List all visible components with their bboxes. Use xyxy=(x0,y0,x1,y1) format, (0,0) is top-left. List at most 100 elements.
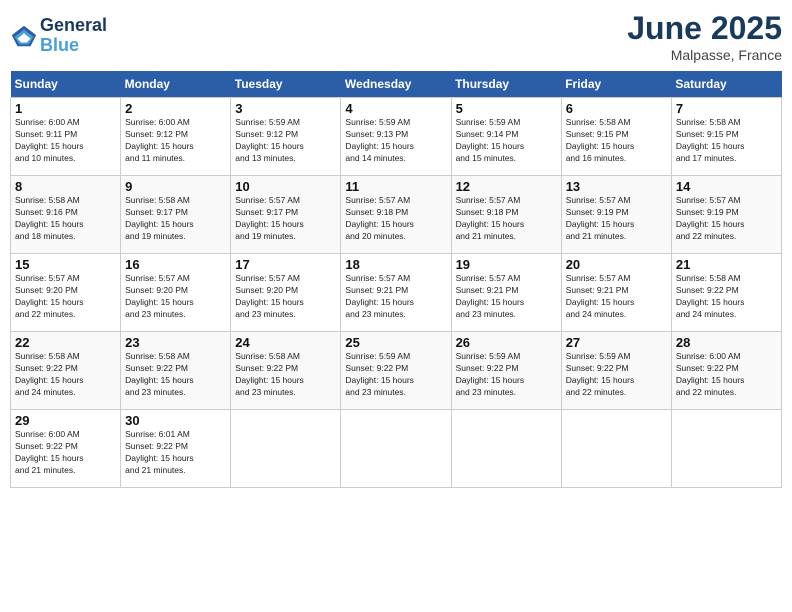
day-info: Sunrise: 5:57 AM Sunset: 9:21 PM Dayligh… xyxy=(345,273,446,321)
day-number: 23 xyxy=(125,335,226,350)
calendar-cell: 19Sunrise: 5:57 AM Sunset: 9:21 PM Dayli… xyxy=(451,254,561,332)
weekday-header-sunday: Sunday xyxy=(11,71,121,98)
day-info: Sunrise: 5:57 AM Sunset: 9:18 PM Dayligh… xyxy=(345,195,446,243)
calendar-cell: 29Sunrise: 6:00 AM Sunset: 9:22 PM Dayli… xyxy=(11,410,121,488)
calendar-cell: 11Sunrise: 5:57 AM Sunset: 9:18 PM Dayli… xyxy=(341,176,451,254)
day-info: Sunrise: 5:57 AM Sunset: 9:20 PM Dayligh… xyxy=(235,273,336,321)
day-number: 10 xyxy=(235,179,336,194)
weekday-header-wednesday: Wednesday xyxy=(341,71,451,98)
day-number: 9 xyxy=(125,179,226,194)
day-info: Sunrise: 5:58 AM Sunset: 9:22 PM Dayligh… xyxy=(235,351,336,399)
day-number: 28 xyxy=(676,335,777,350)
calendar-cell xyxy=(451,410,561,488)
day-number: 30 xyxy=(125,413,226,428)
logo: General Blue xyxy=(10,16,107,56)
day-info: Sunrise: 5:57 AM Sunset: 9:21 PM Dayligh… xyxy=(566,273,667,321)
day-info: Sunrise: 5:57 AM Sunset: 9:19 PM Dayligh… xyxy=(566,195,667,243)
calendar-cell: 20Sunrise: 5:57 AM Sunset: 9:21 PM Dayli… xyxy=(561,254,671,332)
day-info: Sunrise: 5:57 AM Sunset: 9:20 PM Dayligh… xyxy=(15,273,116,321)
calendar-cell xyxy=(231,410,341,488)
day-number: 11 xyxy=(345,179,446,194)
day-info: Sunrise: 5:59 AM Sunset: 9:13 PM Dayligh… xyxy=(345,117,446,165)
calendar-cell xyxy=(561,410,671,488)
day-info: Sunrise: 5:58 AM Sunset: 9:22 PM Dayligh… xyxy=(125,351,226,399)
day-number: 24 xyxy=(235,335,336,350)
day-number: 21 xyxy=(676,257,777,272)
day-number: 20 xyxy=(566,257,667,272)
day-number: 15 xyxy=(15,257,116,272)
weekday-header-thursday: Thursday xyxy=(451,71,561,98)
day-number: 2 xyxy=(125,101,226,116)
calendar-cell: 17Sunrise: 5:57 AM Sunset: 9:20 PM Dayli… xyxy=(231,254,341,332)
day-number: 18 xyxy=(345,257,446,272)
day-info: Sunrise: 5:57 AM Sunset: 9:19 PM Dayligh… xyxy=(676,195,777,243)
calendar-week-5: 29Sunrise: 6:00 AM Sunset: 9:22 PM Dayli… xyxy=(11,410,782,488)
weekday-header-tuesday: Tuesday xyxy=(231,71,341,98)
logo-icon xyxy=(10,22,38,50)
day-number: 26 xyxy=(456,335,557,350)
calendar-week-4: 22Sunrise: 5:58 AM Sunset: 9:22 PM Dayli… xyxy=(11,332,782,410)
calendar-cell: 8Sunrise: 5:58 AM Sunset: 9:16 PM Daylig… xyxy=(11,176,121,254)
calendar-cell: 1Sunrise: 6:00 AM Sunset: 9:11 PM Daylig… xyxy=(11,98,121,176)
calendar-cell: 30Sunrise: 6:01 AM Sunset: 9:22 PM Dayli… xyxy=(121,410,231,488)
day-info: Sunrise: 5:58 AM Sunset: 9:22 PM Dayligh… xyxy=(676,273,777,321)
calendar-cell: 6Sunrise: 5:58 AM Sunset: 9:15 PM Daylig… xyxy=(561,98,671,176)
location-title: Malpasse, France xyxy=(627,47,782,63)
calendar-cell: 25Sunrise: 5:59 AM Sunset: 9:22 PM Dayli… xyxy=(341,332,451,410)
day-info: Sunrise: 5:57 AM Sunset: 9:21 PM Dayligh… xyxy=(456,273,557,321)
day-number: 5 xyxy=(456,101,557,116)
day-number: 29 xyxy=(15,413,116,428)
day-info: Sunrise: 5:57 AM Sunset: 9:17 PM Dayligh… xyxy=(235,195,336,243)
calendar-cell: 12Sunrise: 5:57 AM Sunset: 9:18 PM Dayli… xyxy=(451,176,561,254)
day-number: 17 xyxy=(235,257,336,272)
day-number: 3 xyxy=(235,101,336,116)
calendar-cell: 16Sunrise: 5:57 AM Sunset: 9:20 PM Dayli… xyxy=(121,254,231,332)
day-info: Sunrise: 5:58 AM Sunset: 9:15 PM Dayligh… xyxy=(566,117,667,165)
calendar-cell: 22Sunrise: 5:58 AM Sunset: 9:22 PM Dayli… xyxy=(11,332,121,410)
day-number: 14 xyxy=(676,179,777,194)
day-info: Sunrise: 5:59 AM Sunset: 9:14 PM Dayligh… xyxy=(456,117,557,165)
day-number: 1 xyxy=(15,101,116,116)
day-number: 12 xyxy=(456,179,557,194)
day-info: Sunrise: 5:58 AM Sunset: 9:16 PM Dayligh… xyxy=(15,195,116,243)
day-info: Sunrise: 5:58 AM Sunset: 9:15 PM Dayligh… xyxy=(676,117,777,165)
calendar-cell: 23Sunrise: 5:58 AM Sunset: 9:22 PM Dayli… xyxy=(121,332,231,410)
day-info: Sunrise: 5:57 AM Sunset: 9:18 PM Dayligh… xyxy=(456,195,557,243)
calendar-cell: 13Sunrise: 5:57 AM Sunset: 9:19 PM Dayli… xyxy=(561,176,671,254)
calendar-cell: 28Sunrise: 6:00 AM Sunset: 9:22 PM Dayli… xyxy=(671,332,781,410)
calendar-cell: 7Sunrise: 5:58 AM Sunset: 9:15 PM Daylig… xyxy=(671,98,781,176)
day-number: 25 xyxy=(345,335,446,350)
calendar-cell: 9Sunrise: 5:58 AM Sunset: 9:17 PM Daylig… xyxy=(121,176,231,254)
day-info: Sunrise: 6:01 AM Sunset: 9:22 PM Dayligh… xyxy=(125,429,226,477)
weekday-header-friday: Friday xyxy=(561,71,671,98)
day-info: Sunrise: 5:58 AM Sunset: 9:17 PM Dayligh… xyxy=(125,195,226,243)
header: General Blue June 2025 Malpasse, France xyxy=(10,10,782,63)
day-number: 7 xyxy=(676,101,777,116)
day-info: Sunrise: 5:57 AM Sunset: 9:20 PM Dayligh… xyxy=(125,273,226,321)
day-number: 19 xyxy=(456,257,557,272)
day-info: Sunrise: 5:59 AM Sunset: 9:12 PM Dayligh… xyxy=(235,117,336,165)
calendar-week-2: 8Sunrise: 5:58 AM Sunset: 9:16 PM Daylig… xyxy=(11,176,782,254)
calendar-cell: 3Sunrise: 5:59 AM Sunset: 9:12 PM Daylig… xyxy=(231,98,341,176)
day-number: 4 xyxy=(345,101,446,116)
calendar-cell: 10Sunrise: 5:57 AM Sunset: 9:17 PM Dayli… xyxy=(231,176,341,254)
day-info: Sunrise: 5:58 AM Sunset: 9:22 PM Dayligh… xyxy=(15,351,116,399)
day-info: Sunrise: 6:00 AM Sunset: 9:22 PM Dayligh… xyxy=(15,429,116,477)
calendar-cell: 2Sunrise: 6:00 AM Sunset: 9:12 PM Daylig… xyxy=(121,98,231,176)
calendar-week-1: 1Sunrise: 6:00 AM Sunset: 9:11 PM Daylig… xyxy=(11,98,782,176)
calendar-cell: 26Sunrise: 5:59 AM Sunset: 9:22 PM Dayli… xyxy=(451,332,561,410)
calendar-cell: 21Sunrise: 5:58 AM Sunset: 9:22 PM Dayli… xyxy=(671,254,781,332)
month-title: June 2025 xyxy=(627,10,782,47)
calendar-week-3: 15Sunrise: 5:57 AM Sunset: 9:20 PM Dayli… xyxy=(11,254,782,332)
day-info: Sunrise: 6:00 AM Sunset: 9:11 PM Dayligh… xyxy=(15,117,116,165)
day-number: 8 xyxy=(15,179,116,194)
title-section: June 2025 Malpasse, France xyxy=(627,10,782,63)
day-info: Sunrise: 5:59 AM Sunset: 9:22 PM Dayligh… xyxy=(345,351,446,399)
calendar-cell xyxy=(671,410,781,488)
day-number: 13 xyxy=(566,179,667,194)
calendar-cell: 15Sunrise: 5:57 AM Sunset: 9:20 PM Dayli… xyxy=(11,254,121,332)
day-number: 6 xyxy=(566,101,667,116)
calendar-cell: 18Sunrise: 5:57 AM Sunset: 9:21 PM Dayli… xyxy=(341,254,451,332)
day-number: 27 xyxy=(566,335,667,350)
weekday-header-monday: Monday xyxy=(121,71,231,98)
